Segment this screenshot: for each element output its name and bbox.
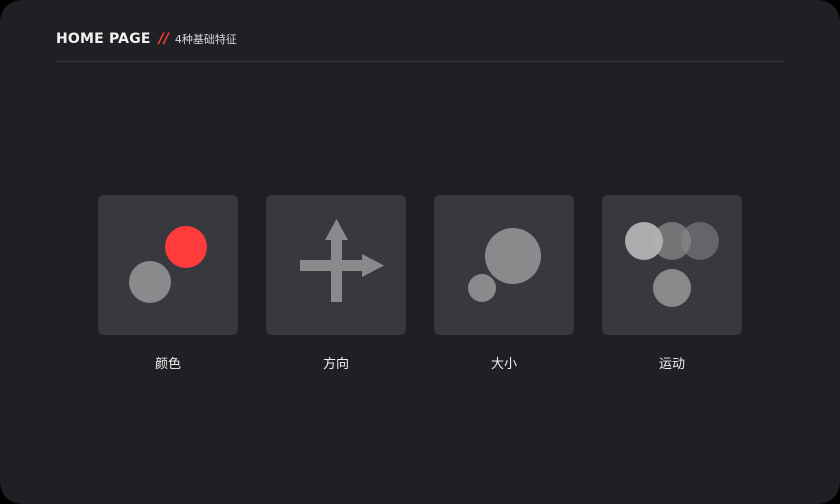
app-screen: HOME PAGE // 4种基础特征 颜色 方向 大小 运动 [0, 0, 840, 504]
size-circles-icon [468, 228, 541, 302]
page-header: HOME PAGE // 4种基础特征 [56, 29, 237, 49]
card-direction-tile[interactable] [266, 195, 406, 335]
card-color-label: 颜色 [154, 357, 181, 372]
card-size-tile[interactable] [434, 195, 574, 335]
card-color-tile[interactable] [98, 195, 238, 335]
card-color[interactable]: 颜色 [98, 195, 238, 372]
card-direction[interactable]: 方向 [266, 195, 406, 372]
page-subtitle: 4种基础特征 [174, 33, 237, 46]
page-title: HOME PAGE [56, 31, 151, 47]
card-motion-label: 运动 [658, 357, 685, 372]
direction-arrows-icon [300, 219, 384, 302]
card-motion[interactable]: 运动 [602, 195, 742, 372]
card-size[interactable]: 大小 [434, 195, 574, 372]
title-separator: // [158, 31, 169, 47]
card-size-label: 大小 [490, 357, 517, 372]
card-motion-tile[interactable] [602, 195, 742, 335]
feature-cards: 颜色 方向 大小 运动 [98, 195, 742, 385]
color-circles-icon [129, 226, 207, 303]
card-direction-label: 方向 [322, 357, 349, 372]
header-divider [56, 61, 784, 62]
motion-circles-icon [625, 222, 719, 307]
